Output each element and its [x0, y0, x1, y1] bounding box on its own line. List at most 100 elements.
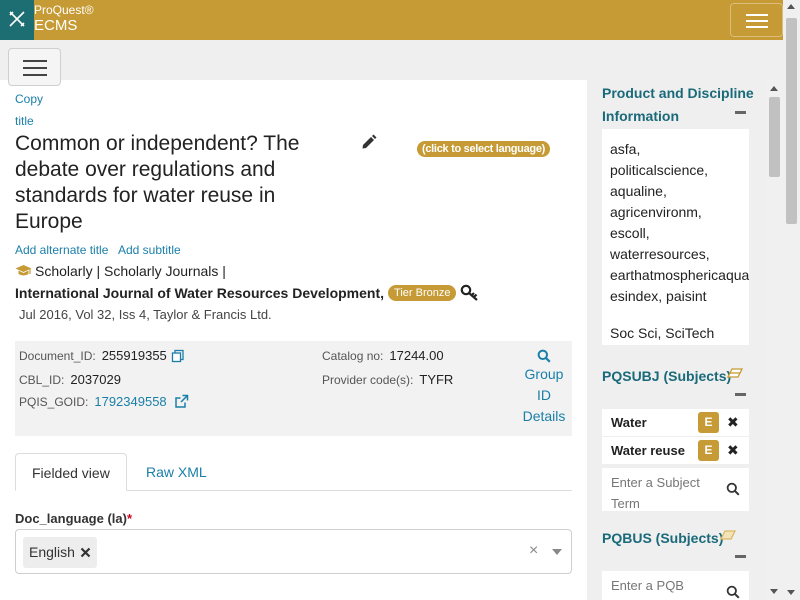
language-chip: English — [23, 537, 97, 568]
collapse-pqsubj-button[interactable] — [735, 393, 746, 396]
discipline-item: aqualine, — [610, 183, 667, 199]
right-sidebar: Product and Discipline Information asfa,… — [587, 80, 783, 600]
remove-subject-icon[interactable]: ✖ — [727, 442, 739, 459]
pqis-goid-link[interactable]: 1792349558 — [94, 394, 166, 409]
add-alternate-title-link[interactable]: Add alternate title — [15, 243, 108, 257]
group-id-details-link[interactable]: Group ID Details — [520, 349, 568, 427]
graduation-cap-icon — [15, 265, 32, 276]
catalog-no-value: 17244.00 — [389, 348, 444, 363]
pqsubj-item-label: Water — [611, 415, 647, 430]
copy-icon[interactable] — [171, 349, 185, 363]
main-menu-button[interactable] — [730, 3, 783, 37]
top-navbar: ProQuest® ECMS — [0, 0, 783, 40]
identifiers-panel: Document_ID: 255919355 CBL_ID: 2037029 P… — [15, 341, 572, 436]
scroll-thumb[interactable] — [786, 18, 797, 224]
pqis-goid-label: PQIS_GOID: — [19, 394, 89, 409]
edit-badge[interactable]: E — [698, 440, 719, 461]
pqsubj-item-label: Water reuse — [611, 443, 685, 458]
discipline-item: agricenvironm, — [610, 204, 702, 220]
window-scrollbar[interactable] — [783, 0, 800, 600]
pqsubj-item: Water E ✖ — [602, 409, 749, 436]
external-link-icon[interactable] — [174, 394, 189, 409]
collapse-product-button[interactable] — [735, 111, 746, 114]
scroll-up-arrow[interactable] — [787, 4, 795, 9]
pqsubj-item: Water reuse E ✖ — [602, 437, 749, 464]
tier-badge: Tier Bronze — [388, 285, 457, 301]
search-icon[interactable] — [726, 482, 740, 496]
discipline-item: escoll, — [610, 225, 650, 241]
clear-selection-icon[interactable]: × — [529, 542, 538, 560]
remove-subject-icon[interactable]: ✖ — [727, 414, 739, 431]
add-subtitle-link[interactable]: Add subtitle — [118, 243, 181, 257]
select-language-button[interactable]: (click to select language) — [417, 141, 551, 157]
pqsubj-placeholder: Enter a Subject Term — [611, 475, 700, 511]
group-id-line3: Details — [522, 408, 566, 424]
app-logo[interactable] — [0, 0, 34, 40]
chevron-down-icon[interactable] — [552, 549, 562, 555]
remove-x-icon[interactable] — [80, 547, 91, 558]
title-field-label: title — [15, 114, 34, 128]
doc-language-label: Doc_language (la)* — [15, 511, 133, 526]
copy-link[interactable]: Copy — [15, 92, 43, 106]
tab-raw-xml[interactable]: Raw XML — [130, 453, 223, 491]
journal-row: International Journal of Water Resources… — [15, 284, 480, 302]
publication-type-text: Scholarly | Scholarly Journals | — [35, 263, 226, 279]
cbl-id-label: CBL_ID: — [19, 372, 65, 387]
pqsubj-heading: PQSUBJ (Subjects) — [602, 368, 732, 384]
provider-code-row: Provider code(s): TYFR — [322, 372, 453, 387]
pqis-goid-row: PQIS_GOID: 1792349558 — [19, 394, 189, 409]
brand-name: ECMS — [34, 17, 78, 34]
pqbus-placeholder: Enter a PQB Subject Term — [611, 578, 687, 600]
group-id-line1: Group — [524, 366, 564, 382]
document-id-row: Document_ID: 255919355 — [19, 348, 185, 363]
provider-code-value: TYFR — [419, 372, 454, 387]
provider-code-label: Provider code(s): — [322, 372, 414, 387]
sub-navbar — [0, 40, 783, 86]
x-logo-icon — [9, 11, 25, 27]
doc-language-select[interactable]: English × — [15, 529, 572, 574]
key-icon[interactable] — [460, 284, 480, 302]
document-title: Common or independent? The debate over r… — [15, 132, 300, 233]
scroll-up-arrow[interactable] — [770, 86, 778, 91]
eraser-icon[interactable] — [727, 368, 743, 380]
search-icon[interactable] — [726, 585, 740, 599]
discipline-item: waterresources, — [610, 246, 710, 262]
document-id-value: 255919355 — [101, 348, 167, 363]
scroll-down-arrow[interactable] — [787, 590, 795, 595]
discipline-footer: Soc Sci, SciTech — [610, 325, 715, 341]
cbl-id-row: CBL_ID: 2037029 — [19, 372, 121, 387]
group-id-line2: ID — [537, 387, 551, 403]
discipline-item: esindex, paisint — [610, 288, 707, 304]
discipline-list: asfa, politicalscience, aqualine, agrice… — [602, 129, 749, 345]
edit-badge[interactable]: E — [698, 412, 719, 433]
citation-text: Jul 2016, Vol 32, Iss 4, Taylor & Franci… — [19, 307, 272, 322]
collapse-pqbus-button[interactable] — [735, 555, 746, 558]
view-tabs: Fielded view Raw XML — [15, 453, 572, 491]
product-discipline-heading: Product and Discipline Information — [602, 85, 754, 124]
catalog-no-label: Catalog no: — [322, 348, 384, 363]
discipline-item: earthatmosphericaquatic — [610, 267, 749, 283]
brand-super: ProQuest® — [34, 3, 94, 17]
cbl-id-value: 2037029 — [70, 372, 121, 387]
pqsubj-search-input[interactable]: Enter a Subject Term — [602, 468, 749, 511]
tab-fielded-view[interactable]: Fielded view — [15, 453, 127, 491]
scroll-down-arrow[interactable] — [770, 589, 778, 594]
hamburger-icon — [746, 14, 768, 16]
sidebar-toggle-button[interactable] — [8, 48, 61, 86]
catalog-no-row: Catalog no: 17244.00 — [322, 348, 444, 363]
discipline-item: politicalscience, — [610, 162, 709, 178]
search-icon — [537, 349, 551, 363]
eraser-icon[interactable] — [720, 530, 736, 542]
discipline-item: asfa, — [610, 141, 641, 157]
brand: ProQuest® ECMS — [34, 3, 94, 35]
pqbus-search-input[interactable]: Enter a PQB Subject Term — [602, 571, 749, 600]
hamburger-icon — [23, 60, 47, 62]
language-chip-label: English — [29, 544, 75, 560]
scroll-thumb[interactable] — [769, 97, 780, 177]
right-panel-scrollbar[interactable] — [766, 80, 783, 600]
journal-name[interactable]: International Journal of Water Resources… — [15, 285, 384, 301]
pqbus-heading: PQBUS (Subjects) — [602, 530, 724, 546]
publication-type: Scholarly | Scholarly Journals | — [15, 263, 226, 279]
pencil-icon[interactable] — [360, 133, 378, 156]
document-id-label: Document_ID: — [19, 348, 96, 363]
